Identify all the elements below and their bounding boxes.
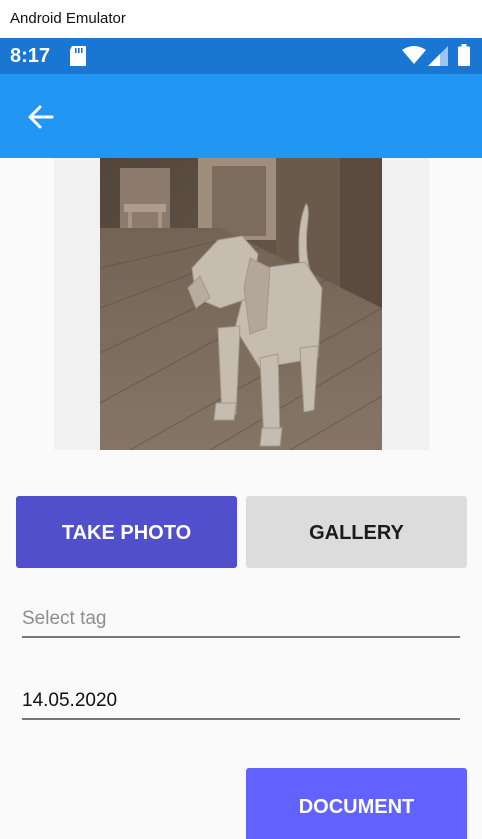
take-photo-button[interactable]: TAKE PHOTO [16, 496, 237, 568]
emulator-window: Android Emulator 8:17 TAKE PHOTO GALLERY… [0, 0, 482, 839]
battery-icon [458, 44, 470, 66]
tag-picker[interactable]: Select tag [22, 604, 460, 638]
dog-photo [100, 158, 382, 450]
window-title: Android Emulator [10, 10, 126, 27]
photo-preview-frame [54, 158, 429, 450]
app-bar [0, 74, 482, 158]
signal-icon [428, 46, 448, 66]
date-picker[interactable]: 14.05.2020 [22, 686, 460, 720]
tag-placeholder: Select tag [22, 608, 107, 629]
document-button[interactable]: DOCUMENT [246, 768, 467, 839]
status-bar: 8:17 [0, 38, 482, 74]
window-titlebar: Android Emulator [0, 0, 482, 38]
gallery-button[interactable]: GALLERY [246, 496, 467, 568]
wifi-icon [402, 46, 426, 64]
arrow-left-icon[interactable] [26, 102, 56, 132]
sd-card-icon [70, 46, 86, 66]
status-time: 8:17 [10, 45, 51, 67]
date-value: 14.05.2020 [22, 690, 118, 711]
